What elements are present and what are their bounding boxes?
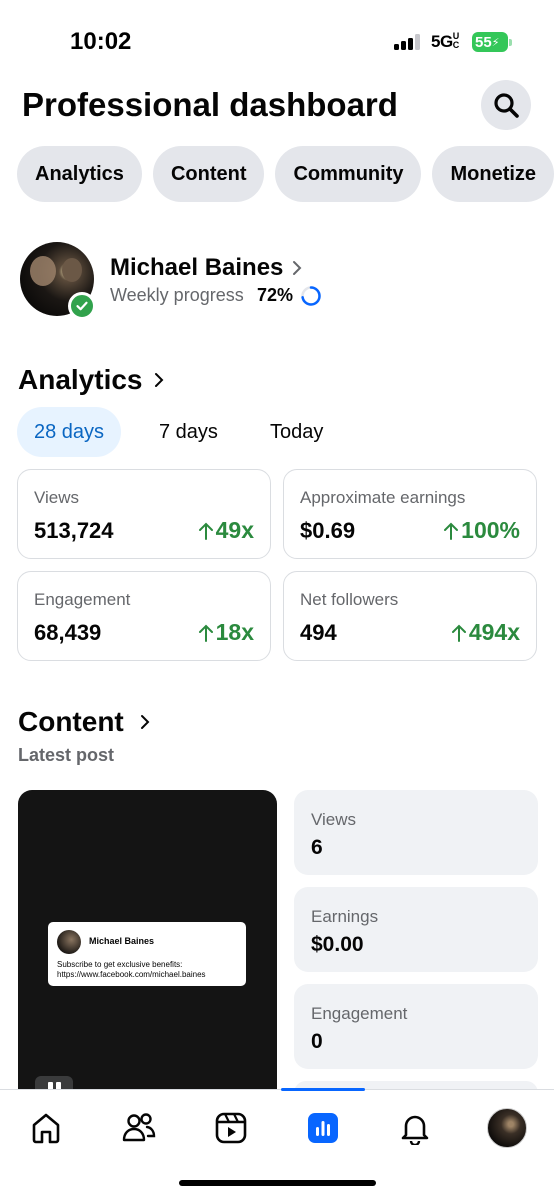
nav-profile[interactable]: [487, 1108, 527, 1148]
arrow-up-icon: [444, 522, 459, 540]
metric-change: 18x: [198, 619, 254, 646]
post-stat-views: Views 6: [294, 790, 538, 875]
avatar: [57, 930, 81, 954]
metric-value: 513,724: [34, 518, 114, 543]
search-button[interactable]: [481, 80, 531, 130]
chip-content[interactable]: Content: [152, 146, 265, 202]
chip-community[interactable]: Community: [275, 146, 422, 202]
post-author: Michael Baines: [89, 936, 155, 946]
avatar: [487, 1108, 527, 1148]
post-preview-card: Michael Baines Subscribe to get exclusiv…: [48, 922, 246, 986]
search-icon: [494, 93, 519, 118]
metric-value: 68,439: [34, 620, 102, 645]
metric-label: Engagement: [34, 590, 131, 609]
notifications-icon: [401, 1115, 429, 1145]
status-time: 10:02: [70, 28, 132, 55]
chevron-right-icon[interactable]: [152, 370, 166, 390]
metric-card-views[interactable]: Views 513,724 49x: [17, 469, 271, 559]
nav-home[interactable]: [26, 1108, 66, 1148]
nav-notifications[interactable]: [395, 1108, 435, 1148]
arrow-up-icon: [198, 522, 213, 540]
metric-card-engagement[interactable]: Engagement 68,439 18x: [17, 571, 271, 661]
metric-change: 494x: [451, 619, 520, 646]
status-bar: 10:02 5GUC 55 ⚡: [0, 0, 554, 70]
stat-value: 0: [311, 1030, 323, 1053]
signal-icon: [394, 34, 424, 50]
chevron-right-icon[interactable]: [138, 712, 152, 732]
analytics-heading[interactable]: Analytics: [18, 364, 143, 396]
profile-name[interactable]: Michael Baines: [110, 254, 283, 282]
verified-check-icon: [68, 292, 96, 320]
stat-value: 6: [311, 836, 323, 859]
nav-reels[interactable]: [211, 1108, 251, 1148]
metric-value: $0.69: [300, 518, 356, 543]
weekly-progress-label: Weekly progress: [110, 285, 244, 305]
tab-chips: Analytics Content Community Monetize: [17, 146, 554, 202]
arrow-up-icon: [198, 624, 213, 642]
active-tab-indicator: [281, 1088, 365, 1091]
battery-icon: 55 ⚡: [472, 32, 512, 52]
metric-label: Views: [34, 488, 80, 507]
metric-card-net-followers[interactable]: Net followers 494 494x: [283, 571, 537, 661]
range-today[interactable]: Today: [270, 407, 323, 457]
content-heading[interactable]: Content: [18, 706, 124, 738]
range-7-days[interactable]: 7 days: [159, 407, 218, 457]
range-28-days[interactable]: 28 days: [17, 407, 122, 457]
stat-value: $0.00: [311, 933, 364, 956]
chip-monetize[interactable]: Monetize: [432, 146, 554, 202]
chip-analytics[interactable]: Analytics: [17, 146, 142, 202]
stat-label: Views: [311, 810, 357, 829]
reels-icon: [215, 1112, 247, 1144]
metric-card-earnings[interactable]: Approximate earnings $0.69 100%: [283, 469, 537, 559]
metric-change: 49x: [198, 517, 254, 544]
arrow-up-icon: [451, 624, 466, 642]
stat-label: Earnings: [311, 907, 379, 926]
home-icon: [32, 1113, 60, 1144]
post-text: Subscribe to get exclusive benefits: htt…: [57, 960, 206, 979]
chevron-right-icon[interactable]: [290, 258, 304, 278]
network-indicator: 5GUC: [431, 31, 459, 52]
metric-change: 100%: [443, 517, 520, 544]
dashboard-icon: [308, 1113, 338, 1143]
home-indicator: [179, 1180, 376, 1186]
stat-label: Engagement: [311, 1004, 408, 1023]
page-title: Professional dashboard: [22, 86, 398, 123]
friends-icon: [122, 1113, 156, 1142]
metric-label: Net followers: [300, 590, 399, 609]
metric-label: Approximate earnings: [300, 488, 466, 507]
nav-friends[interactable]: [119, 1108, 159, 1148]
metric-value: 494: [300, 620, 337, 645]
latest-post-thumbnail[interactable]: Michael Baines Subscribe to get exclusiv…: [18, 790, 277, 1100]
post-stat-engagement: Engagement 0: [294, 984, 538, 1069]
progress-ring-icon: [301, 286, 321, 306]
nav-dashboard[interactable]: [303, 1108, 343, 1148]
latest-post-label: Latest post: [18, 745, 115, 765]
weekly-progress-value: 72%: [257, 285, 294, 305]
post-stat-earnings: Earnings $0.00: [294, 887, 538, 972]
